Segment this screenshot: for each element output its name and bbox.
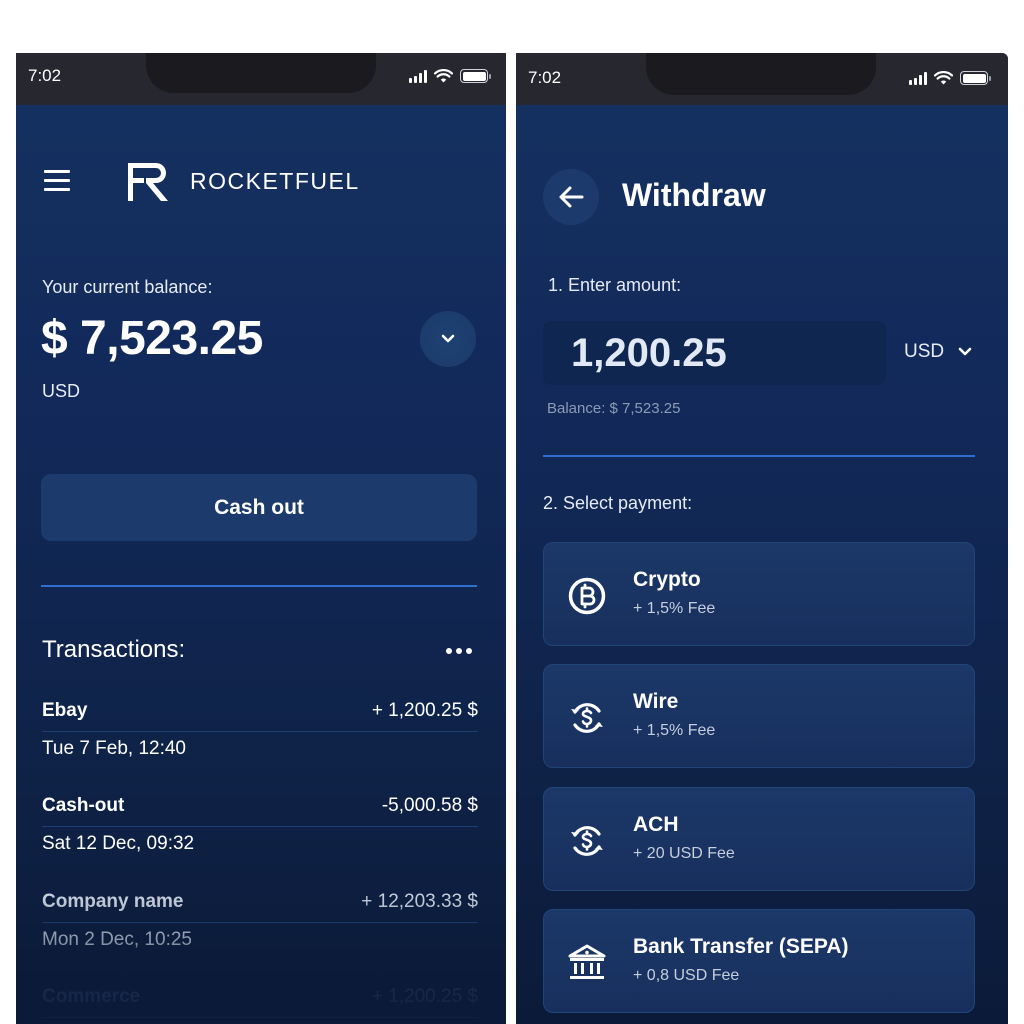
payment-fee: + 1,5% Fee (633, 600, 716, 617)
transaction-amount: -5,000.58 $ (381, 795, 478, 816)
transaction-name: Commerce (42, 986, 141, 1007)
section-divider (41, 585, 477, 587)
payment-name: Crypto (633, 568, 701, 591)
currency-value: USD (904, 341, 945, 362)
enter-amount-label: 1. Enter amount: (548, 275, 682, 295)
rocketfuel-logo-icon (128, 163, 168, 201)
transaction-date: Sat 12 Dec, 09:32 (42, 833, 195, 854)
more-dot-icon (456, 648, 462, 654)
balance-amount: $ 7,523.25 (41, 312, 263, 365)
amount-input[interactable] (543, 321, 886, 385)
withdraw-screen: 7:02 Withdraw 1. Enter amount: USD Balan… (516, 53, 1008, 1024)
home-screen: 7:02 ROCKETFUEL Your current balance: $ … (16, 53, 506, 1024)
transaction-row[interactable]: Cash-out -5,000.58 $ Sat 12 Dec, 09:32 (42, 795, 478, 855)
battery-icon (460, 69, 491, 83)
battery-icon (960, 71, 991, 85)
transaction-row[interactable]: Ebay + 1,200.25 $ Tue 7 Feb, 12:40 (42, 700, 478, 760)
transaction-date: Tue 7 Feb, 12:40 (42, 738, 187, 759)
wifi-icon (934, 71, 953, 85)
more-dot-icon (466, 648, 472, 654)
status-bar: 7:02 (516, 53, 1008, 105)
payment-name: Bank Transfer (SEPA) (633, 935, 849, 958)
transaction-amount: + 12,203.33 $ (361, 891, 478, 912)
transaction-row[interactable]: Company name + 12,203.33 $ Mon 2 Dec, 10… (42, 891, 478, 951)
status-time: 7:02 (28, 66, 62, 85)
status-bar: 7:02 (16, 53, 506, 105)
payment-fee: + 20 USD Fee (633, 845, 735, 862)
section-divider (543, 455, 975, 457)
menu-button[interactable] (44, 170, 70, 192)
balance-currency: USD (42, 381, 81, 401)
transaction-date: Mon 2 Dec, 10:25 (42, 929, 192, 950)
bank-icon (568, 944, 606, 979)
device-notch (646, 53, 876, 95)
page-title: Withdraw (622, 177, 766, 213)
payment-fee: + 0,8 USD Fee (633, 967, 740, 984)
cellular-signal-icon (409, 69, 427, 83)
wifi-icon (434, 69, 453, 83)
cash-out-button[interactable]: Cash out (41, 474, 477, 541)
balance-expand-button[interactable] (420, 311, 476, 367)
currency-select[interactable]: USD (904, 341, 972, 363)
transaction-name: Cash-out (42, 795, 125, 816)
transactions-title: Transactions: (42, 636, 186, 663)
cellular-signal-icon (909, 71, 927, 85)
status-icons (909, 71, 991, 85)
payment-option-wire[interactable]: Wire + 1,5% Fee (543, 664, 975, 768)
back-button[interactable] (543, 169, 599, 225)
transaction-row[interactable]: Commerce + 1,200.25 $ (42, 986, 478, 1018)
available-balance: Balance: $ 7,523.25 (547, 400, 681, 417)
payment-option-ach[interactable]: ACH + 20 USD Fee (543, 787, 975, 891)
dollar-exchange-icon (571, 703, 603, 733)
arrow-left-icon (559, 186, 584, 208)
dollar-exchange-icon (571, 826, 603, 856)
transactions-more-button[interactable] (446, 648, 472, 654)
select-payment-label: 2. Select payment: (543, 493, 693, 513)
transaction-name: Ebay (42, 700, 88, 721)
balance-label: Your current balance: (42, 277, 213, 297)
payment-fee: + 1,5% Fee (633, 722, 716, 739)
brand-name: ROCKETFUEL (190, 168, 360, 194)
transaction-amount: + 1,200.25 $ (371, 700, 478, 721)
device-notch (146, 53, 376, 93)
bitcoin-icon (568, 577, 606, 615)
payment-option-crypto[interactable]: Crypto + 1,5% Fee (543, 542, 975, 646)
status-time: 7:02 (528, 68, 562, 87)
transaction-amount: + 1,200.25 $ (371, 986, 478, 1007)
payment-option-bank-transfer[interactable]: Bank Transfer (SEPA) + 0,8 USD Fee (543, 909, 975, 1013)
status-icons (409, 69, 491, 83)
payment-name: Wire (633, 690, 679, 713)
transaction-name: Company name (42, 891, 184, 912)
chevron-down-icon (441, 334, 455, 343)
more-dot-icon (446, 648, 452, 654)
chevron-down-icon (958, 347, 972, 356)
payment-name: ACH (633, 813, 679, 836)
